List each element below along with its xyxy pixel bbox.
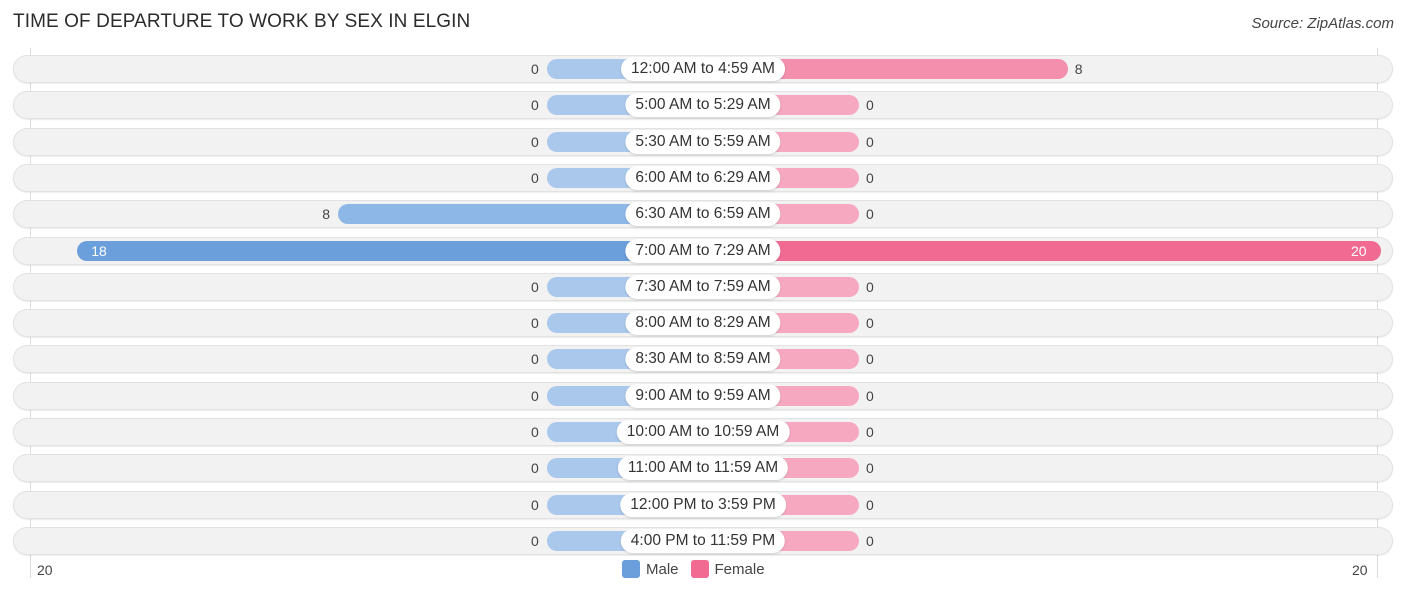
axis-tick-left: 20 [37,562,53,578]
axis-tick-right: 20 [1352,562,1368,578]
value-label-female: 0 [866,532,874,549]
value-label-female: 0 [866,206,874,223]
legend-label-female: Female [714,560,765,578]
value-label-female: 0 [866,315,874,332]
category-label: 5:30 AM to 5:59 AM [625,129,781,154]
category-label: 8:00 AM to 8:29 AM [625,311,781,336]
value-label-male: 0 [531,133,539,150]
category-label: 12:00 PM to 3:59 PM [620,492,786,517]
category-label: 10:00 AM to 10:59 AM [616,420,790,444]
value-label-male: 0 [531,315,539,332]
value-label-male: 0 [531,532,539,549]
bar-male[interactable] [77,240,703,261]
value-label-female: 0 [866,278,874,295]
source-credit: Source: ZipAtlas.com [1251,15,1394,32]
value-label-male: 0 [531,496,539,513]
value-label-female: 0 [866,97,874,114]
category-label: 7:00 AM to 7:29 AM [625,238,781,263]
value-label-female: 0 [866,351,874,368]
legend-swatch-female [690,560,709,578]
value-label-male: 0 [531,424,539,440]
category-label: 9:00 AM to 9:59 AM [625,383,781,408]
category-label: 6:00 AM to 6:29 AM [625,165,781,190]
category-label: 5:00 AM to 5:29 AM [625,93,781,118]
category-label: 4:00 PM to 11:59 PM [620,528,786,553]
legend: Male Female [622,560,777,578]
legend-label-male: Male [646,560,679,578]
legend-item-male[interactable]: Male [622,560,679,578]
value-label-female: 0 [866,460,874,477]
value-label-female: 0 [866,387,874,404]
legend-item-female[interactable]: Female [690,560,765,578]
value-label-male: 0 [531,169,539,186]
category-label: 7:30 AM to 7:59 AM [625,274,781,299]
value-label-female: 0 [866,133,874,150]
value-label-male: 0 [531,97,539,114]
value-label-female: 0 [866,169,874,186]
category-label: 6:30 AM to 6:59 AM [625,202,781,227]
value-label-male: 8 [322,206,330,223]
value-label-male: 18 [91,242,107,259]
value-label-female: 20 [1351,242,1367,259]
value-label-male: 0 [531,278,539,295]
value-label-female: 8 [1074,61,1083,77]
value-label-female: 0 [866,496,874,513]
value-label-male: 0 [531,61,539,77]
category-label: 8:30 AM to 8:59 AM [625,347,781,372]
legend-swatch-male [622,560,640,578]
category-label: 12:00 AM to 4:59 AM [621,57,785,81]
bar-female[interactable] [703,240,1381,261]
value-label-female: 0 [866,424,874,440]
chart-title: TIME OF DEPARTURE TO WORK BY SEX IN ELGI… [13,11,471,32]
value-label-male: 0 [531,387,539,404]
value-label-male: 0 [531,460,539,477]
value-label-male: 0 [531,351,539,368]
category-label: 11:00 AM to 11:59 AM [617,456,789,481]
